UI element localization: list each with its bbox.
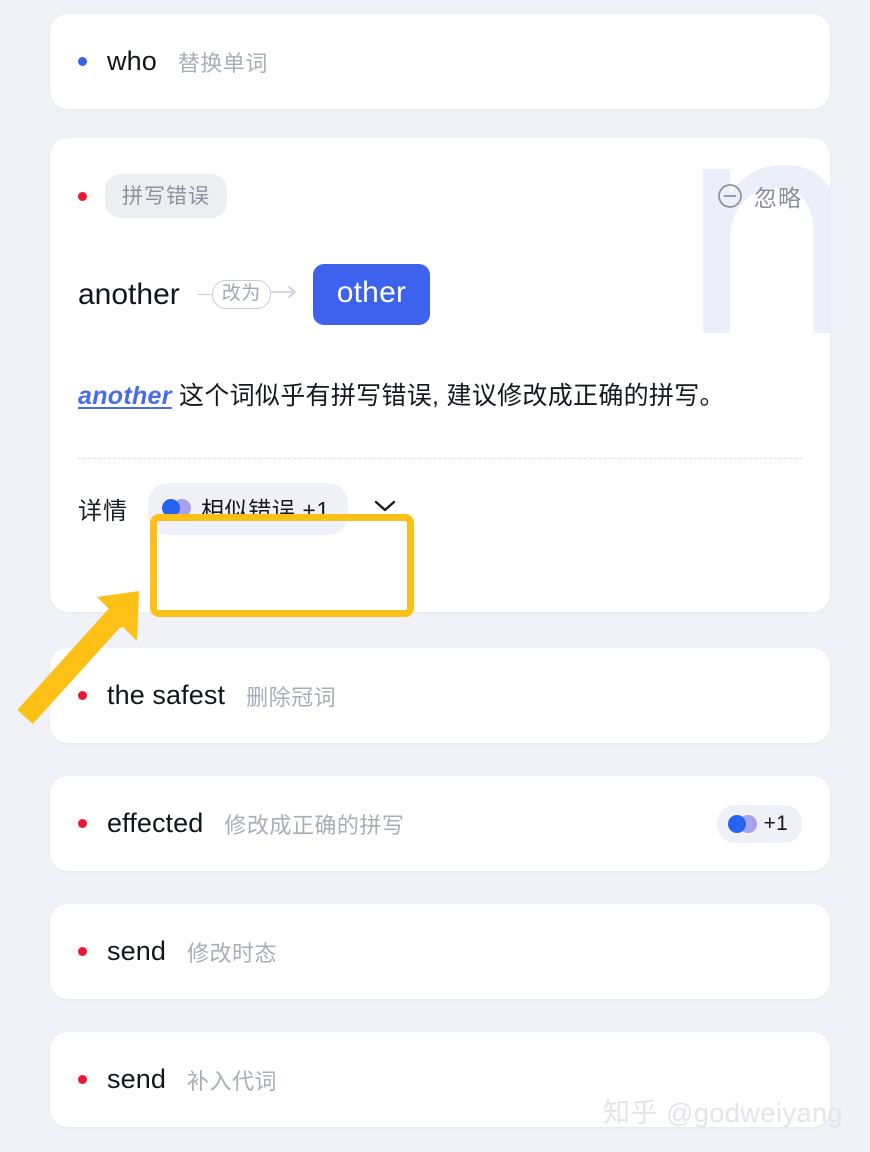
- minus-circle-icon: [717, 183, 743, 209]
- suggestion-row[interactable]: send 修改时态: [50, 904, 830, 999]
- suggestion-word: who: [107, 46, 157, 76]
- suggestion-action: 替换单词: [177, 50, 268, 76]
- connector-line: [197, 294, 212, 295]
- similar-errors-count: +1: [763, 811, 788, 835]
- suggestion-card-send-tense[interactable]: send 修改时态: [50, 904, 830, 999]
- suggestion-card-the-safest[interactable]: the safest 删除冠词: [50, 648, 830, 743]
- suggestion-action: 补入代词: [186, 1068, 277, 1094]
- status-bullet-blue: [78, 57, 87, 66]
- suggestion-word: send: [107, 936, 166, 966]
- status-bullet-red: [78, 191, 87, 201]
- suggestion-card-effected[interactable]: effected 修改成正确的拼写 +1: [50, 776, 830, 871]
- arrow-right-icon: [270, 285, 299, 304]
- suggestion-card-who[interactable]: who 替换单词: [50, 14, 830, 109]
- status-bullet-red: [78, 1075, 87, 1084]
- status-bullet-red: [78, 691, 87, 700]
- suggestion-row[interactable]: who 替换单词: [50, 14, 830, 109]
- detail-footer: 详情 相似错误 +1: [78, 459, 802, 535]
- spelling-detail-card[interactable]: n 拼写错误 忽略 another 改为 other another 这个词似乎…: [50, 138, 830, 612]
- status-bullet-red: [78, 947, 87, 956]
- status-bullet-red: [78, 819, 87, 828]
- overlapping-circles-icon: [727, 814, 757, 833]
- correction-row: another 改为 other: [78, 264, 802, 325]
- ignore-label: 忽略: [754, 185, 802, 211]
- overlapping-circles-icon: [162, 498, 191, 517]
- detail-footer-label: 详情: [78, 498, 128, 526]
- suggestion-action: 修改成正确的拼写: [224, 812, 405, 838]
- suggestion-word: the safest: [107, 680, 226, 710]
- explanation-highlighted-word: another: [78, 382, 172, 410]
- connector-label: 改为: [211, 280, 271, 309]
- explanation-body: 这个词似乎有拼写错误, 建议修改成正确的拼写。: [171, 382, 725, 410]
- detail-card-header: 拼写错误 忽略: [78, 174, 802, 218]
- suggestion-row[interactable]: the safest 删除冠词: [50, 648, 830, 743]
- suggestion-action: 删除冠词: [246, 684, 337, 710]
- explanation-text: another 这个词似乎有拼写错误, 建议修改成正确的拼写。: [78, 377, 768, 416]
- site-watermark: 知乎 @godweiyang: [602, 1098, 843, 1128]
- chevron-down-icon[interactable]: [372, 498, 398, 519]
- replacement-word-button[interactable]: other: [312, 264, 431, 325]
- similar-errors-badge[interactable]: +1: [716, 804, 802, 843]
- similar-errors-label: 相似错误 +1: [201, 496, 330, 523]
- ignore-button[interactable]: 忽略: [717, 179, 802, 213]
- suggestion-word: effected: [107, 808, 204, 838]
- suggestion-action: 修改时态: [186, 940, 277, 966]
- error-type-tag: 拼写错误: [105, 174, 227, 218]
- suggestion-row[interactable]: effected 修改成正确的拼写 +1: [50, 776, 830, 871]
- similar-errors-chip[interactable]: 相似错误 +1: [148, 482, 348, 535]
- change-to-connector: 改为: [197, 280, 299, 309]
- original-word: another: [78, 277, 180, 311]
- suggestion-word: send: [107, 1064, 166, 1094]
